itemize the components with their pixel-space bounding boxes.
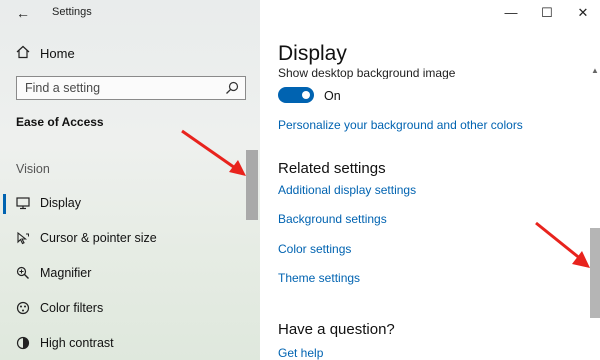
personalize-link[interactable]: Personalize your background and other co… <box>278 118 523 132</box>
close-button[interactable]: ✕ <box>574 4 592 22</box>
section-title: Ease of Access <box>16 115 104 129</box>
toggle-state-label: On <box>324 89 341 103</box>
home-icon <box>16 45 30 59</box>
back-button[interactable]: ← <box>12 4 34 22</box>
monitor-icon <box>16 197 30 210</box>
home-nav-item[interactable]: Home <box>0 40 260 68</box>
sidebar-item-cursor-pointer-size[interactable]: Cursor & pointer size <box>0 223 248 253</box>
settings-sidebar: ← Settings Home Find a setting Ease of A… <box>0 0 260 360</box>
scroll-up-icon[interactable]: ▲ <box>590 66 600 76</box>
color-filters-icon <box>16 301 30 315</box>
related-settings-heading: Related settings <box>278 160 386 177</box>
annotation-arrow-right <box>535 221 590 268</box>
sidebar-item-display[interactable]: Display <box>0 188 248 218</box>
color-settings-link[interactable]: Color settings <box>278 242 351 256</box>
get-help-link[interactable]: Get help <box>278 346 323 360</box>
sidebar-item-label: Cursor & pointer size <box>40 231 157 245</box>
title-bar: ← Settings <box>0 0 260 26</box>
theme-settings-link[interactable]: Theme settings <box>278 271 360 285</box>
magnifier-icon <box>16 266 29 279</box>
desktop-background-toggle[interactable] <box>278 87 314 103</box>
sidebar-item-magnifier[interactable]: Magnifier <box>0 258 248 288</box>
sidebar-item-label: Magnifier <box>40 266 92 280</box>
sidebar-item-label: High contrast <box>40 336 114 350</box>
group-label-vision: Vision <box>16 162 50 176</box>
window-title: Settings <box>52 6 92 18</box>
main-content: — ☐ ✕ Display Show desktop background im… <box>260 0 600 360</box>
search-icon[interactable] <box>225 81 239 95</box>
annotation-arrow-left <box>181 129 246 176</box>
search-placeholder: Find a setting <box>25 81 101 95</box>
sidebar-item-high-contrast[interactable]: High contrast <box>0 328 248 358</box>
cursor-icon <box>17 231 29 245</box>
sidebar-item-label: Display <box>40 196 81 210</box>
question-heading: Have a question? <box>278 321 395 338</box>
page-title: Display <box>278 42 347 65</box>
minimize-button[interactable]: — <box>502 4 520 22</box>
background-settings-link[interactable]: Background settings <box>278 212 387 226</box>
home-label: Home <box>40 46 75 61</box>
active-indicator <box>3 194 6 214</box>
maximize-button[interactable]: ☐ <box>538 4 556 22</box>
sidebar-item-color-filters[interactable]: Color filters <box>0 293 248 323</box>
search-input[interactable]: Find a setting <box>16 76 246 100</box>
toggle-knob <box>302 91 310 99</box>
sidebar-item-label: Color filters <box>40 301 104 315</box>
high-contrast-icon <box>16 336 30 350</box>
additional-display-settings-link[interactable]: Additional display settings <box>278 183 416 197</box>
desktop-background-setting-label: Show desktop background image <box>278 67 456 79</box>
window-controls: — ☐ ✕ <box>490 0 600 26</box>
